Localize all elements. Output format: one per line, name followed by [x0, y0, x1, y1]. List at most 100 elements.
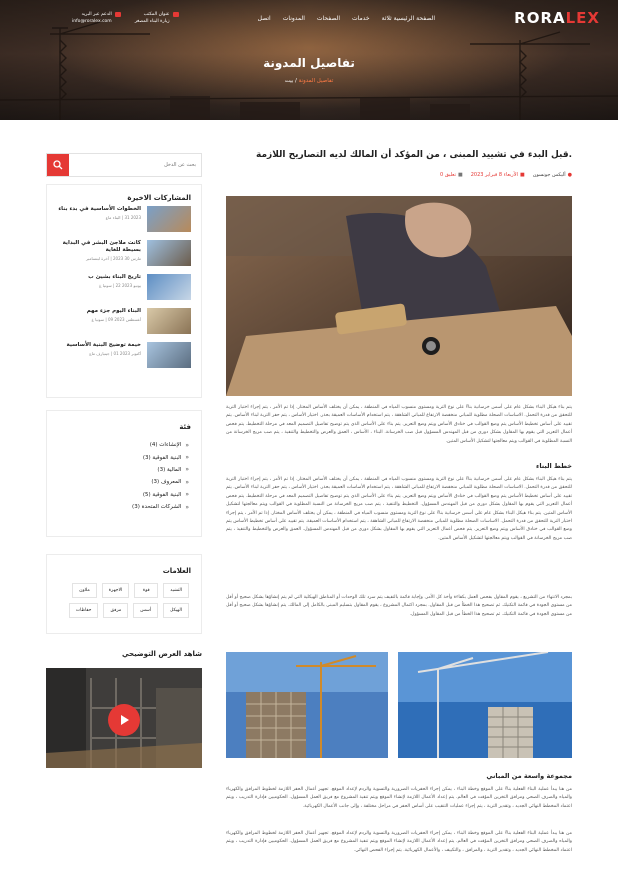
tag-item[interactable]: قوة [134, 583, 159, 598]
recent-post-item[interactable]: خيمة توضيح البنية الأساسية أكتوبر 2023 01… [47, 342, 201, 376]
categories-widget: فئة «الإنشاءات (4) «البنية الفوقية (3) «… [46, 410, 202, 537]
category-item[interactable]: « المعروف (3) [47, 476, 201, 488]
search-input[interactable] [69, 154, 201, 176]
post-date-value: الأربعاء 8 فبراير 2023 [470, 172, 518, 178]
post-title: .قبل البدء في تشييد المبنى ، من المؤكد أ… [255, 150, 572, 160]
category-item[interactable]: «البنية الفوقية (5) [47, 489, 201, 501]
carpenter-photo [226, 196, 572, 396]
page-title: تفاصيل المدونة [263, 56, 355, 70]
post-title[interactable]: كانت ملاجئ البشر في البداية بسيطة للغاية [57, 240, 141, 254]
tag-cloud: التشيد قوة الاجهزة ملاون الهيكل أسس مرفق… [47, 579, 201, 628]
category-item[interactable]: « الشركات المتحدة (3) [47, 501, 201, 513]
user-icon: ● [567, 172, 572, 178]
post-title[interactable]: البناء اليوم جزء مهم [87, 308, 141, 315]
recent-post-item[interactable]: الخطوات الأساسية في بدء بناء 2023 31 | ال… [47, 206, 201, 240]
comment-icon: ■ [457, 172, 463, 178]
nav-item-blogs[interactable]: المدونات [283, 15, 305, 22]
nav-item-contact[interactable]: اتصل [258, 15, 271, 22]
contact-email-label: الدعم عبر البريد [81, 12, 112, 17]
tag-item[interactable]: حفاظات [68, 603, 99, 618]
search-button[interactable] [47, 154, 69, 176]
post-author[interactable]: ●أليكس جونسون [533, 172, 572, 178]
post-comments-count[interactable]: تعليق 0 [440, 172, 456, 178]
post-paragraph-handover: بمجرد الانتهاء من التشريع ، يقوم المقاول… [226, 595, 572, 617]
post-paragraph-intro: يتم بناء هيكل البناء بشكل عام على أسس خر… [226, 405, 572, 444]
demo-video[interactable] [46, 668, 202, 768]
post-author-name[interactable]: أليكس جونسون [533, 172, 566, 178]
construction-photo-2 [398, 652, 572, 758]
recent-posts-widget: المشاركات الاخيرة الخطوات الأساسية في بد… [46, 184, 202, 398]
tags-widget: العلامات التشيد قوة الاجهزة ملاون الهيكل… [46, 554, 202, 634]
contact-email-value[interactable]: info@roralex.com [72, 18, 112, 25]
category-item[interactable]: «الإنشاءات (4) [47, 439, 201, 451]
tag-item[interactable]: ملاون [72, 583, 97, 598]
tag-item[interactable]: الهيكل [163, 603, 189, 618]
video-widget-title: شاهد العرض التوضيحي [121, 650, 202, 658]
page-hero: RORALEX الصفحة الرئيسية ثلاثة خدمات الصف… [0, 0, 618, 120]
breadcrumb-home[interactable]: بيت [285, 78, 294, 84]
post-meta: ●أليكس جونسون ■الأربعاء 8 فبراير 2023 ■ت… [226, 172, 572, 178]
post-title[interactable]: الخطوات الأساسية في بدء بناء [58, 206, 141, 213]
contact-address: عنوان المكتب زيارة البناء المصغر [135, 11, 179, 25]
site-logo[interactable]: RORALEX [514, 9, 600, 27]
chevron-left-icon: « [185, 454, 189, 462]
post-thumbnail [147, 240, 191, 266]
post-date: أغسطس 2023 09 | سونيا غ [91, 317, 141, 322]
gallery-image-2 [398, 652, 572, 758]
post-paragraph-plans: يتم بناء هيكل البناء بشكل عام على أسس خر… [226, 477, 572, 541]
post-date: مارس 30 2023 | آخرة لبتسامبر [85, 256, 141, 261]
post-title[interactable]: تاريخ البناء بشيئ ب [88, 274, 141, 281]
nav-item-services[interactable]: خدمات [352, 15, 370, 22]
category-label[interactable]: البنية الفوقية (3) [143, 455, 182, 461]
section-heading-build-plans: خطط البناء [536, 462, 572, 470]
post-thumbnail [147, 342, 191, 368]
contact-address-value: زيارة البناء المصغر [134, 19, 170, 24]
category-label[interactable]: الشركات المتحدة (3) [132, 504, 181, 510]
post-comments[interactable]: ■تعليق 0 [440, 172, 463, 178]
recent-post-item[interactable]: البناء اليوم جزء مهم أغسطس 2023 09 | سوني… [47, 308, 201, 342]
post-featured-image [226, 196, 572, 396]
tag-item[interactable]: التشيد [163, 583, 189, 598]
post-date: أكتوبر 2023 01 | جينيارف ماع [89, 351, 141, 356]
chevron-left-icon: « [185, 503, 189, 511]
nav-item-home[interactable]: الصفحة الرئيسية ثلاثة [382, 15, 435, 22]
blog-post: .قبل البدء في تشييد المبنى ، من المؤكد أ… [226, 150, 572, 178]
tag-item[interactable]: الاجهزة [101, 583, 130, 598]
top-navigation-bar: RORALEX الصفحة الرئيسية ثلاثة خدمات الصف… [0, 0, 618, 36]
play-button[interactable] [108, 704, 140, 736]
header-contacts: عنوان المكتب زيارة البناء المصغر الدعم ع… [72, 11, 179, 25]
post-date: 2023 31 | البناء ماع [105, 215, 141, 220]
location-icon [172, 12, 179, 17]
tag-item[interactable]: أسس [133, 603, 159, 618]
post-date: يونيو 2023 22 | سونيا غ [99, 283, 141, 288]
tag-item[interactable]: مرفق [103, 603, 129, 618]
post-title[interactable]: خيمة توضيح البنية الأساسية [67, 342, 141, 349]
category-label[interactable]: المعروف (3) [151, 479, 181, 485]
breadcrumb-separator: / [295, 78, 297, 84]
category-item[interactable]: «البنية الفوقية (3) [47, 451, 201, 463]
contact-address-label: عنوان المكتب [143, 12, 170, 17]
post-date: ■الأربعاء 8 فبراير 2023 [471, 172, 525, 178]
chevron-left-icon: « [185, 478, 189, 486]
category-label[interactable]: المالية (3) [157, 467, 181, 473]
play-icon [121, 715, 129, 725]
categories-title: فئة [179, 423, 191, 431]
post-thumbnail [147, 206, 191, 232]
recent-post-item[interactable]: تاريخ البناء بشيئ ب يونيو 2023 22 | سونيا… [47, 274, 201, 308]
category-label[interactable]: البنية الفوقية (5) [143, 492, 182, 498]
recent-post-item[interactable]: كانت ملاجئ البشر في البداية بسيطة للغاية… [47, 240, 201, 274]
post-paragraph-process-2: من هنا يبدأ عملية البناء الفعلية بناءً ع… [226, 831, 572, 853]
chevron-left-icon: « [185, 466, 189, 474]
contact-email[interactable]: الدعم عبر البريد info@roralex.com [72, 11, 121, 25]
section-heading-wide-range: مجموعة واسعة من المباني [486, 772, 572, 780]
post-thumbnail [147, 274, 191, 300]
category-item[interactable]: « المالية (3) [47, 464, 201, 476]
category-label[interactable]: الإنشاءات (4) [150, 442, 182, 448]
tags-title: العلامات [162, 567, 191, 575]
chevron-left-icon: « [185, 491, 189, 499]
breadcrumb-current: تفاصيل المدونة [298, 78, 334, 84]
sidebar-search [46, 153, 202, 177]
chevron-left-icon: « [185, 441, 189, 449]
nav-item-pages[interactable]: الصفحات [317, 15, 340, 22]
main-nav: الصفحة الرئيسية ثلاثة خدمات الصفحات المد… [258, 15, 435, 22]
